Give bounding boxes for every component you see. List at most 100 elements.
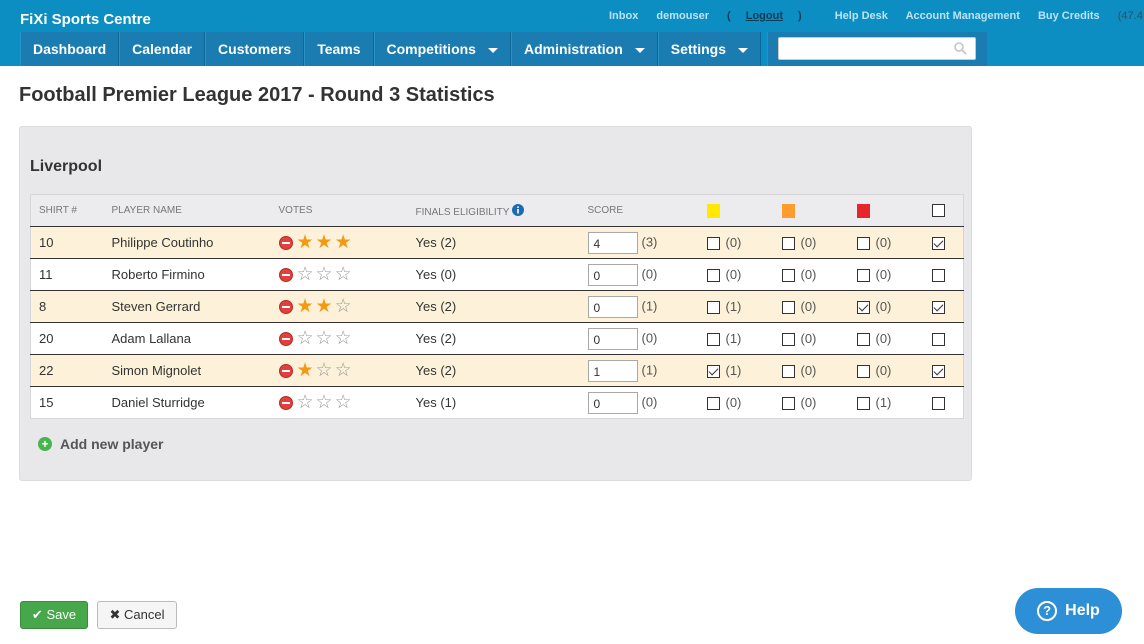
- red-card-checkbox[interactable]: [856, 237, 870, 251]
- red-card-cell: (0): [849, 227, 924, 259]
- star-empty-icon[interactable]: ☆: [316, 329, 333, 348]
- red-card-checkbox[interactable]: [856, 365, 870, 379]
- score-input[interactable]: 0: [587, 391, 638, 414]
- remove-vote-icon[interactable]: [278, 235, 293, 250]
- nav-calendar[interactable]: Calendar: [119, 32, 206, 66]
- red-card-checkbox[interactable]: [856, 269, 870, 283]
- yellow-card-checkbox[interactable]: [706, 333, 720, 347]
- played-checkbox[interactable]: [931, 237, 945, 251]
- yellow-card-checkbox[interactable]: [706, 365, 720, 379]
- search-input[interactable]: [778, 37, 976, 60]
- played-checkbox[interactable]: [931, 269, 945, 283]
- played-checkbox[interactable]: [931, 397, 945, 411]
- yellow-card-count: (1): [725, 298, 742, 314]
- yellow-card-swatch: [706, 203, 720, 218]
- col-finals-eligibility: FINALS ELIGIBILITY: [408, 195, 580, 227]
- top-links: Inbox demouser (Logout) Help Desk Accoun…: [609, 10, 1144, 22]
- score-input[interactable]: 1: [587, 359, 638, 382]
- orange-card-checkbox[interactable]: [781, 365, 795, 379]
- info-icon[interactable]: [512, 203, 525, 216]
- account-management-link[interactable]: Account Management: [906, 10, 1020, 22]
- played-checkbox[interactable]: [931, 301, 945, 315]
- remove-vote-icon[interactable]: [278, 267, 293, 282]
- remove-vote-icon[interactable]: [278, 331, 293, 346]
- logout-link[interactable]: Logout: [746, 10, 783, 22]
- orange-card-checkbox[interactable]: [781, 237, 795, 251]
- yellow-card-checkbox[interactable]: [706, 237, 720, 251]
- yellow-card-cell: (0): [699, 227, 774, 259]
- close-icon: ✖: [109, 607, 121, 622]
- nav-settings[interactable]: Settings: [657, 32, 761, 66]
- score-cell: 0 (0): [580, 323, 699, 355]
- score-count: (0): [641, 329, 658, 345]
- star-empty-icon[interactable]: ☆: [316, 361, 333, 380]
- orange-card-cell: (0): [774, 323, 849, 355]
- star-filled-icon[interactable]: ★: [297, 297, 314, 316]
- table-row: 8 Steven Gerrard ★ ★ ☆ Yes (2) 0 (1) (1) (0) (0): [30, 290, 964, 323]
- star-empty-icon[interactable]: ☆: [316, 265, 333, 284]
- star-empty-icon[interactable]: ☆: [297, 329, 314, 348]
- votes-cell: ★ ★ ★: [271, 227, 408, 259]
- red-card-checkbox[interactable]: [856, 301, 870, 315]
- star-empty-icon[interactable]: ☆: [335, 393, 352, 412]
- star-filled-icon[interactable]: ★: [297, 233, 314, 252]
- yellow-card-checkbox[interactable]: [706, 269, 720, 283]
- remove-vote-icon[interactable]: [278, 395, 293, 410]
- team-panel: Liverpool SHIRT # PLAYER NAME VOTES FINA…: [19, 126, 972, 481]
- checkmark-icon: ✔: [31, 607, 43, 622]
- yellow-card-checkbox[interactable]: [706, 397, 720, 411]
- star-empty-icon[interactable]: ☆: [335, 265, 352, 284]
- plus-circle-icon: +: [38, 437, 52, 451]
- star-empty-icon[interactable]: ☆: [335, 297, 352, 316]
- buy-credits-link[interactable]: Buy Credits (47.4): [1038, 10, 1144, 22]
- red-card-count: (0): [875, 330, 892, 346]
- select-all-checkbox[interactable]: [931, 204, 945, 217]
- orange-card-count: (0): [800, 266, 817, 282]
- star-filled-icon[interactable]: ★: [316, 233, 333, 252]
- star-filled-icon[interactable]: ★: [297, 361, 314, 380]
- help-button[interactable]: ? Help: [1015, 588, 1122, 634]
- remove-vote-icon[interactable]: [278, 299, 293, 314]
- remove-vote-icon[interactable]: [278, 363, 293, 378]
- star-filled-icon[interactable]: ★: [316, 297, 333, 316]
- played-checkbox[interactable]: [931, 333, 945, 347]
- nav-customers[interactable]: Customers: [205, 32, 305, 66]
- red-card-checkbox[interactable]: [856, 397, 870, 411]
- star-empty-icon[interactable]: ☆: [316, 393, 333, 412]
- nav-competitions[interactable]: Competitions: [373, 32, 511, 66]
- finals-eligibility: Yes (1): [415, 395, 457, 410]
- orange-card-cell: (0): [774, 259, 849, 291]
- nav-administration[interactable]: Administration: [510, 32, 658, 66]
- inbox-link[interactable]: Inbox: [609, 10, 638, 22]
- finals-eligibility: Yes (2): [415, 363, 457, 378]
- user-menu: demouser (Logout): [656, 10, 802, 22]
- finals-eligibility: Yes (0): [415, 267, 457, 282]
- orange-card-checkbox[interactable]: [781, 269, 795, 283]
- cancel-button[interactable]: ✖ Cancel: [97, 601, 177, 629]
- red-card-checkbox[interactable]: [856, 333, 870, 347]
- votes-cell: ★ ☆ ☆: [271, 355, 408, 387]
- save-button[interactable]: ✔ Save: [20, 601, 88, 629]
- nav-teams[interactable]: Teams: [304, 32, 374, 66]
- add-new-player-link[interactable]: + Add new player: [38, 436, 163, 452]
- help-desk-link[interactable]: Help Desk: [835, 10, 888, 22]
- star-filled-icon[interactable]: ★: [335, 233, 352, 252]
- played-checkbox[interactable]: [931, 365, 945, 379]
- star-empty-icon[interactable]: ☆: [335, 361, 352, 380]
- star-empty-icon[interactable]: ☆: [297, 393, 314, 412]
- votes-cell: ☆ ☆ ☆: [271, 259, 408, 291]
- score-input[interactable]: 4: [587, 231, 638, 254]
- star-empty-icon[interactable]: ☆: [297, 265, 314, 284]
- yellow-card-checkbox[interactable]: [706, 301, 720, 315]
- score-input[interactable]: 0: [587, 295, 638, 318]
- orange-card-checkbox[interactable]: [781, 333, 795, 347]
- score-input[interactable]: 0: [587, 327, 638, 350]
- player-stats-table: SHIRT # PLAYER NAME VOTES FINALS ELIGIBI…: [30, 194, 964, 419]
- nav-dashboard[interactable]: Dashboard: [20, 32, 120, 66]
- score-input[interactable]: 0: [587, 263, 638, 286]
- chevron-down-icon: [737, 47, 748, 53]
- orange-card-checkbox[interactable]: [781, 301, 795, 315]
- red-card-count: (0): [875, 234, 892, 250]
- star-empty-icon[interactable]: ☆: [335, 329, 352, 348]
- orange-card-checkbox[interactable]: [781, 397, 795, 411]
